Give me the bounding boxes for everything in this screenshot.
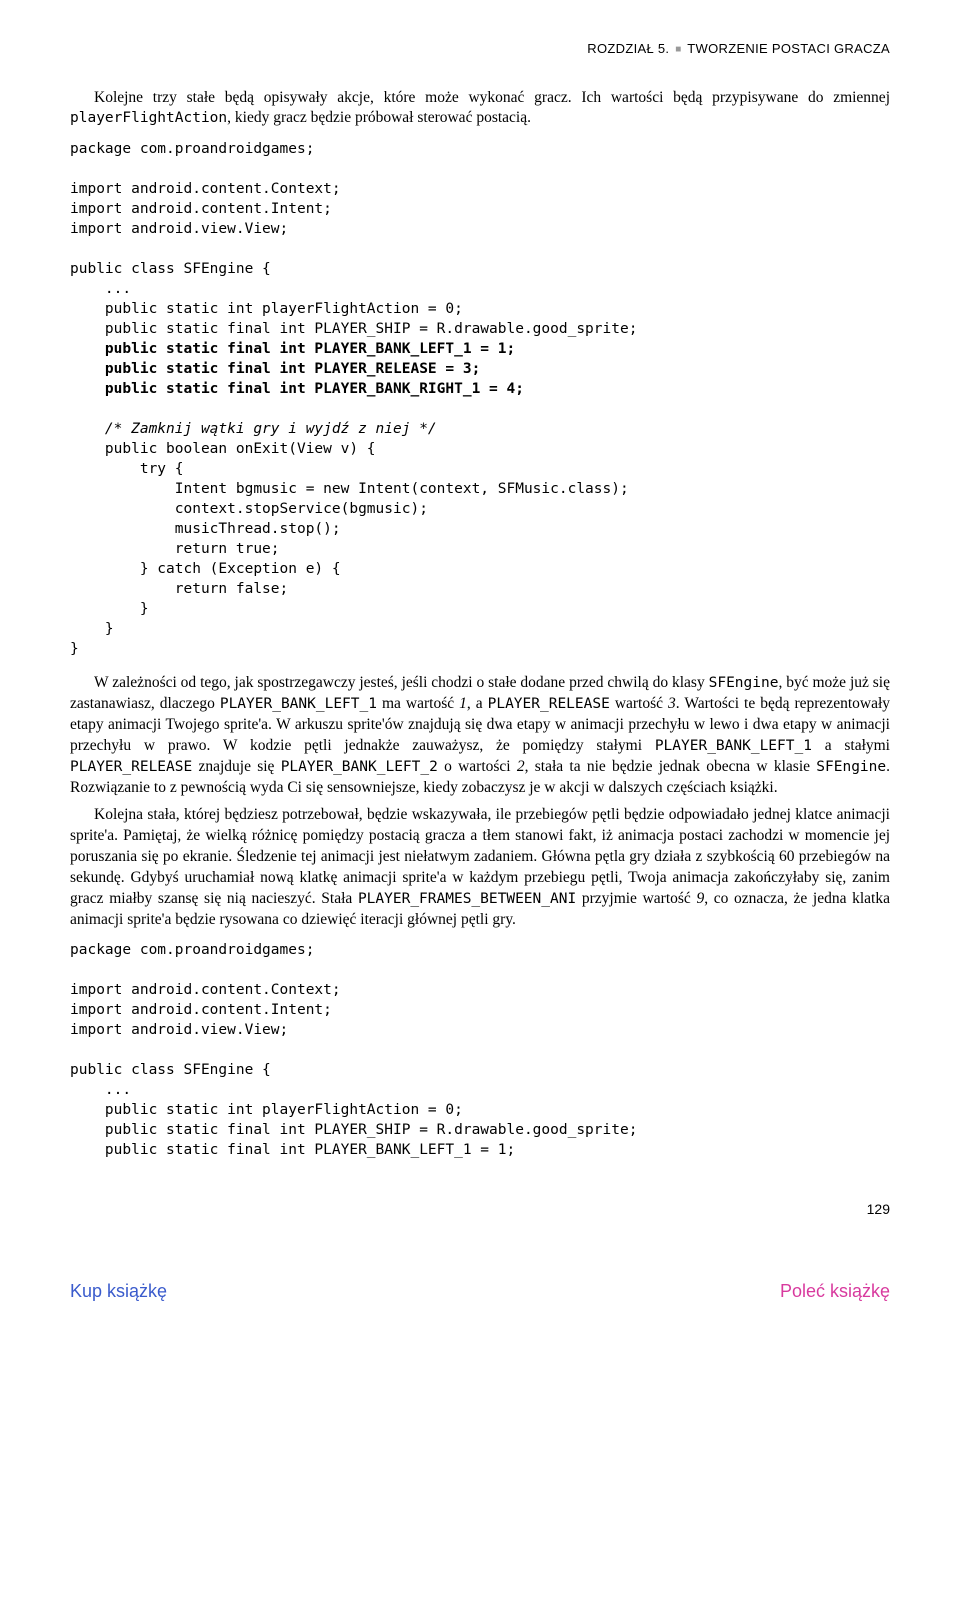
code-block-2: package com.proandroidgames; import andr… [70, 940, 890, 1160]
code-comment: /* Zamknij wątki gry i wyjdź z niej */ [70, 421, 437, 437]
inline-code: SFEngine [816, 759, 886, 775]
inline-code: playerFlightAction [70, 110, 227, 126]
page-footer: Kup książkę Poleć książkę [70, 1279, 890, 1303]
code-block-1: package com.proandroidgames; import andr… [70, 139, 890, 659]
inline-code: SFEngine [709, 675, 779, 691]
page-number: 129 [70, 1200, 890, 1219]
buy-book-link[interactable]: Kup książkę [70, 1279, 167, 1303]
header-separator-icon: ■ [675, 44, 681, 55]
inline-code: PLAYER_FRAMES_BETWEEN_ANI [358, 891, 576, 907]
code-bold-line: public static final int PLAYER_RELEASE =… [70, 361, 480, 377]
inline-code: PLAYER_RELEASE [70, 759, 192, 775]
code-bold-line: public static final int PLAYER_BANK_LEFT… [70, 341, 515, 357]
paragraph-intro: Kolejne trzy stałe będą opisywały akcje,… [70, 88, 890, 130]
page-header: ROZDZIAŁ 5. ■ TWORZENIE POSTACI GRACZA [70, 40, 890, 58]
chapter-title: TWORZENIE POSTACI GRACZA [687, 41, 890, 56]
paragraph-explain-2: Kolejna stała, której będziesz potrzebow… [70, 805, 890, 931]
chapter-label: ROZDZIAŁ 5. [587, 41, 669, 56]
inline-code: PLAYER_BANK_LEFT_2 [281, 759, 438, 775]
inline-code: PLAYER_BANK_LEFT_1 [655, 738, 812, 754]
recommend-book-link[interactable]: Poleć książkę [780, 1279, 890, 1303]
code-bold-line: public static final int PLAYER_BANK_RIGH… [70, 381, 524, 397]
inline-code: PLAYER_RELEASE [488, 696, 610, 712]
paragraph-explain-1: W zależności od tego, jak spostrzegawczy… [70, 673, 890, 799]
inline-code: PLAYER_BANK_LEFT_1 [220, 696, 377, 712]
